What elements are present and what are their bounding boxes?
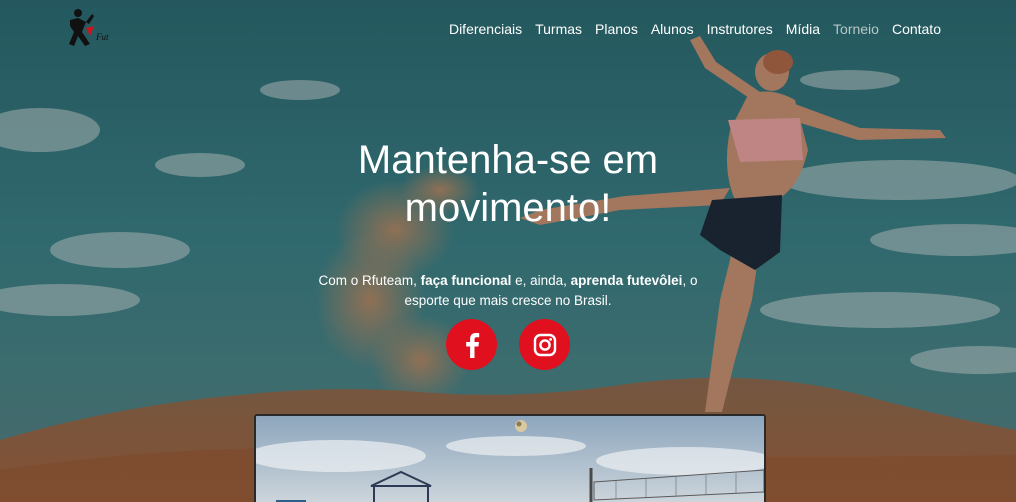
nav-menu: Diferenciais Turmas Planos Alunos Instru… xyxy=(449,20,941,38)
nav-item-instrutores[interactable]: Instrutores xyxy=(707,20,773,38)
hero-section: Fut Diferenciais Turmas Planos Alunos In… xyxy=(0,0,1016,502)
hero-headline-line-2: movimento! xyxy=(404,186,612,230)
beach-video-thumbnail xyxy=(256,416,764,502)
rfuteam-logo[interactable]: Fut xyxy=(64,6,118,50)
tagline-text-2: e, ainda, xyxy=(511,273,571,288)
svg-text:Fut: Fut xyxy=(95,32,109,42)
instagram-icon xyxy=(533,333,556,356)
video-preview[interactable] xyxy=(254,414,766,502)
nav-item-contato[interactable]: Contato xyxy=(892,20,941,38)
hero-tagline: Com o Rfuteam, faça funcional e, ainda, … xyxy=(258,271,758,311)
tagline-text-4: esporte que mais cresce no Brasil. xyxy=(404,293,612,308)
nav-item-alunos[interactable]: Alunos xyxy=(651,20,694,38)
navbar: Fut Diferenciais Turmas Planos Alunos In… xyxy=(0,0,1016,58)
tagline-bold-1: faça funcional xyxy=(420,273,512,288)
tagline-bold-2: aprenda futevôlei xyxy=(570,273,683,288)
nav-item-planos[interactable]: Planos xyxy=(595,20,638,38)
hero-headline-line-1: Mantenha-se em xyxy=(357,138,659,182)
tagline-text-3: , o xyxy=(682,273,698,288)
nav-item-diferenciais[interactable]: Diferenciais xyxy=(449,20,522,38)
instagram-button[interactable] xyxy=(519,319,570,370)
nav-item-turmas[interactable]: Turmas xyxy=(535,20,582,38)
nav-item-midia[interactable]: Mídia xyxy=(786,20,820,38)
hero-headline: Mantenha-se em movimento! xyxy=(258,136,758,232)
tagline-text-1: Com o Rfuteam, xyxy=(318,273,421,288)
facebook-button[interactable] xyxy=(446,319,497,370)
nav-item-torneio[interactable]: Torneio xyxy=(833,20,879,38)
facebook-icon xyxy=(465,332,479,358)
